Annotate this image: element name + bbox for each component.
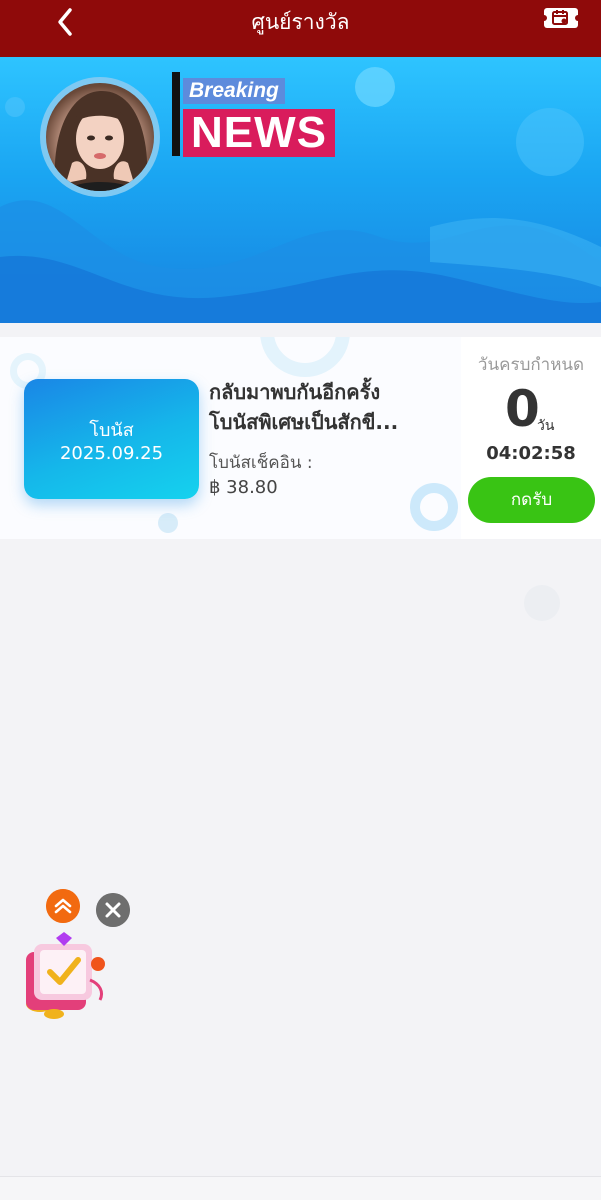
reward-title-line1: กลับมาพบกันอีกครั้ง <box>209 380 381 404</box>
claim-button[interactable]: กดรับ <box>468 477 595 523</box>
days-unit: วัน <box>537 418 555 434</box>
deadline-label: วันครบกำหนด <box>477 355 585 375</box>
days-left: 0 <box>505 380 540 438</box>
news-label: NEWS <box>183 109 335 157</box>
bonus-tile-label: โบนัส <box>89 420 134 441</box>
news-accent-bar <box>172 72 180 156</box>
reward-title: กลับมาพบกันอีกครั้ง โบนัสพิเศษเป็นสักขี.… <box>209 377 449 437</box>
decor-dot <box>524 585 560 621</box>
calendar-icon[interactable] <box>543 6 579 30</box>
reward-card: โบนัส 2025.09.25 กลับมาพบกันอีกครั้ง โบน… <box>0 337 601 539</box>
news-banner[interactable]: Breaking NEWS <box>0 57 601 323</box>
decor-ring <box>260 337 350 377</box>
close-icon[interactable] <box>96 893 130 927</box>
page-title: ศูนย์รางวัล <box>251 10 350 34</box>
bonus-tile: โบนัส 2025.09.25 <box>24 379 199 499</box>
countdown-time: 04:02:58 <box>486 443 576 464</box>
checkin-gift-icon[interactable] <box>20 930 112 1020</box>
bonus-tile-date: 2025.09.25 <box>59 443 164 464</box>
profile-avatar <box>46 83 154 191</box>
reward-title-line2: โบนัสพิเศษเป็นสักขี... <box>209 410 399 434</box>
top-bar: ศูนย์รางวัล <box>0 0 601 57</box>
reward-amount: ฿ 38.80 <box>209 477 278 498</box>
decor-dot <box>158 513 178 533</box>
deadline-panel: วันครบกำหนด 0 วัน 04:02:58 กดรับ <box>461 337 601 539</box>
double-chevron-up-icon[interactable] <box>46 889 80 923</box>
avatar <box>40 77 160 197</box>
bottom-bar <box>0 1176 601 1200</box>
breaking-label: Breaking <box>183 78 285 104</box>
reward-type-label: โบนัสเช็คอิน : <box>209 453 313 473</box>
decor-ring <box>410 483 458 531</box>
